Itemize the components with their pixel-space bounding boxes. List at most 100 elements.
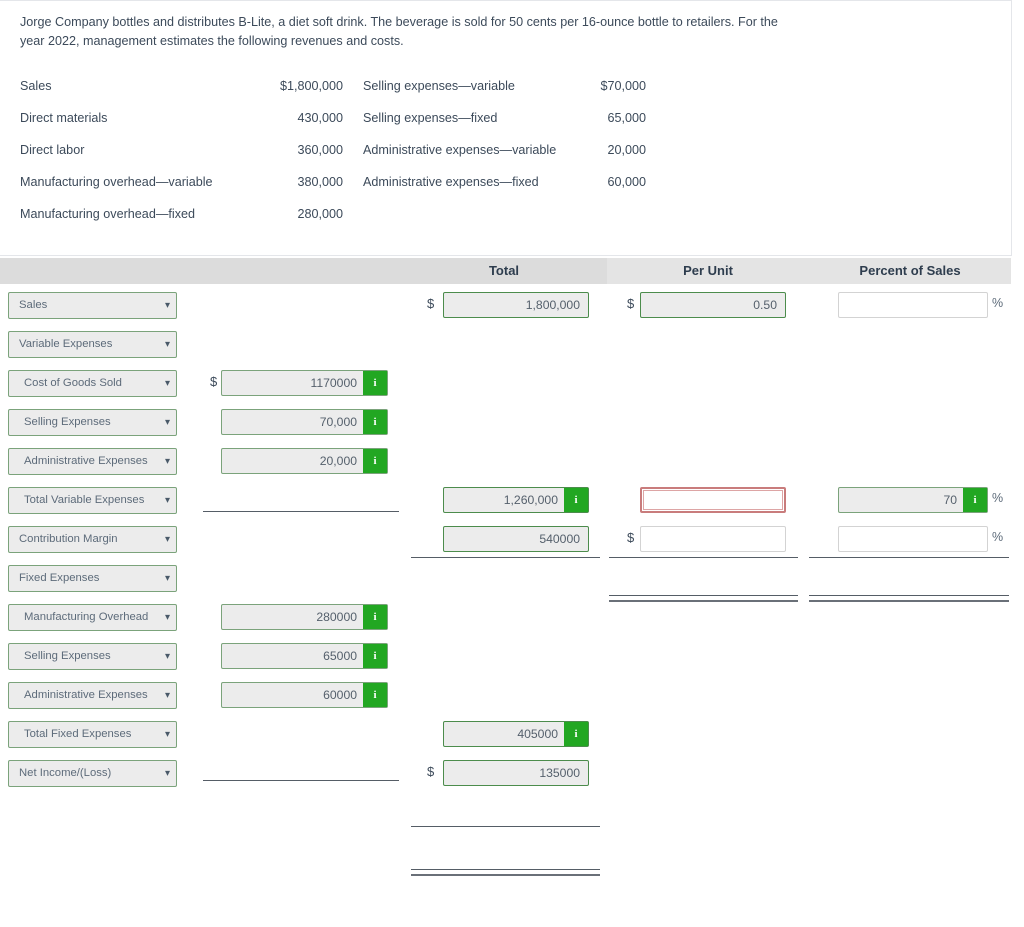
line-item-select-net-income-loss[interactable]: Net Income/(Loss) ▾ xyxy=(8,760,177,787)
dollar-sign: $ xyxy=(427,764,435,779)
chevron-down-icon: ▾ xyxy=(164,651,170,662)
statement-row: Contribution Margin ▾ 540000 $% xyxy=(0,526,1024,565)
chevron-down-icon: ▾ xyxy=(164,456,170,467)
statement-row: Administrative Expenses ▾ 20,000 i xyxy=(0,448,1024,487)
line-item-select-label: Sales xyxy=(19,299,48,311)
sales-percent-input[interactable] xyxy=(838,292,988,318)
line-item-select-label: Administrative Expenses xyxy=(24,689,148,701)
administrative-expenses-variable-detail-value: 20,000 xyxy=(319,454,357,468)
total-variable-expenses-total-input[interactable]: 1,260,000 i xyxy=(443,487,589,513)
line-item-select-administrative-expenses-fixed[interactable]: Administrative Expenses ▾ xyxy=(8,682,177,709)
statement-row: Net Income/(Loss) ▾ $135000 xyxy=(0,760,1024,799)
contribution-margin-per-unit-input[interactable] xyxy=(640,526,786,552)
statement-row: Selling Expenses ▾ 70,000 i xyxy=(0,409,1024,448)
line-item-select-total-fixed-expenses[interactable]: Total Fixed Expenses ▾ xyxy=(8,721,177,748)
problem-statement-card: Jorge Company bottles and distributes B-… xyxy=(0,0,1012,256)
net-income-loss-total-input[interactable]: 135000 xyxy=(443,760,589,786)
chevron-down-icon: ▾ xyxy=(164,612,170,623)
line-item-select-cost-of-goods-sold[interactable]: Cost of Goods Sold ▾ xyxy=(8,370,177,397)
line-item-select-variable-expenses[interactable]: Variable Expenses ▾ xyxy=(8,331,177,358)
selling-expenses-variable-detail-input[interactable]: 70,000 i xyxy=(221,409,388,435)
line-item-select-label: Total Fixed Expenses xyxy=(24,728,132,740)
total-rule-contribution-per-unit xyxy=(609,595,798,602)
given-value: 20,000 xyxy=(607,143,646,157)
info-icon[interactable]: i xyxy=(363,644,387,668)
sales-per-unit-input[interactable]: 0.50 xyxy=(640,292,786,318)
statement-row: Cost of Goods Sold ▾ $1170000 i xyxy=(0,370,1024,409)
statement-row: Variable Expenses ▾ xyxy=(0,331,1024,370)
subtotal-rule-per-unit xyxy=(609,557,798,558)
given-label: Administrative expenses—fixed xyxy=(363,175,539,189)
statement-row: Selling Expenses ▾ 65000 i xyxy=(0,643,1024,682)
line-item-select-sales[interactable]: Sales ▾ xyxy=(8,292,177,319)
column-header-total: Total xyxy=(488,263,520,278)
total-fixed-expenses-total-input[interactable]: 405000 i xyxy=(443,721,589,747)
given-data-table: Sales $1,800,000 Selling expenses—variable… xyxy=(20,75,660,235)
info-icon[interactable]: i xyxy=(564,722,588,746)
line-item-select-administrative-expenses-variable[interactable]: Administrative Expenses ▾ xyxy=(8,448,177,475)
selling-expenses-fixed-detail-input[interactable]: 65000 i xyxy=(221,643,388,669)
statement-row: Total Fixed Expenses ▾ 405000 i xyxy=(0,721,1024,760)
given-data-row: Manufacturing overhead—fixed 280,000 xyxy=(20,203,660,235)
chevron-down-icon: ▾ xyxy=(164,495,170,506)
given-data-row: Direct labor 360,000 Administrative expens… xyxy=(20,139,660,171)
chevron-down-icon: ▾ xyxy=(164,417,170,428)
manufacturing-overhead-fixed-detail-input[interactable]: 280000 i xyxy=(221,604,388,630)
total-variable-expenses-total-value: 1,260,000 xyxy=(503,493,558,507)
cost-of-goods-sold-detail-input[interactable]: 1170000 i xyxy=(221,370,388,396)
given-data-row: Sales $1,800,000 Selling expenses—variable… xyxy=(20,75,660,107)
info-icon[interactable]: i xyxy=(564,488,588,512)
chevron-down-icon: ▾ xyxy=(164,300,170,311)
line-item-select-total-variable-expenses[interactable]: Total Variable Expenses ▾ xyxy=(8,487,177,514)
subtotal-rule-variable-detail xyxy=(203,511,399,512)
line-item-select-manufacturing-overhead-fixed[interactable]: Manufacturing Overhead ▾ xyxy=(8,604,177,631)
sales-total-input[interactable]: 1,800,000 xyxy=(443,292,589,318)
contribution-margin-percent-input[interactable] xyxy=(838,526,988,552)
total-variable-expenses-percent-value: 70 xyxy=(943,493,957,507)
info-icon[interactable]: i xyxy=(363,410,387,434)
dollar-sign: $ xyxy=(427,296,435,311)
dollar-sign: $ xyxy=(210,374,218,389)
line-item-select-label: Fixed Expenses xyxy=(19,572,100,584)
total-fixed-expenses-total-value: 405000 xyxy=(517,727,558,741)
given-value: 360,000 xyxy=(297,143,343,157)
statement-row: Manufacturing Overhead ▾ 280000 i xyxy=(0,604,1024,643)
line-item-select-contribution-margin[interactable]: Contribution Margin ▾ xyxy=(8,526,177,553)
chevron-down-icon: ▾ xyxy=(164,768,170,779)
chevron-down-icon: ▾ xyxy=(164,339,170,350)
given-value: 380,000 xyxy=(297,175,343,189)
dollar-sign: $ xyxy=(627,296,635,311)
total-rule-contribution-percent xyxy=(809,595,1009,602)
line-item-select-label: Total Variable Expenses xyxy=(24,494,145,506)
sales-per-unit-value: 0.50 xyxy=(753,298,777,312)
info-icon[interactable]: i xyxy=(363,449,387,473)
given-label: Selling expenses—fixed xyxy=(363,111,498,125)
info-icon[interactable]: i xyxy=(963,488,987,512)
line-item-select-selling-expenses-fixed[interactable]: Selling Expenses ▾ xyxy=(8,643,177,670)
contribution-margin-total-input[interactable]: 540000 xyxy=(443,526,589,552)
info-icon[interactable]: i xyxy=(363,683,387,707)
net-income-loss-total-value: 135000 xyxy=(539,766,580,780)
total-variable-expenses-percent-input[interactable]: 70 i xyxy=(838,487,988,513)
info-icon[interactable]: i xyxy=(363,371,387,395)
given-label: Sales xyxy=(20,79,52,93)
contribution-margin-percent-value xyxy=(845,527,979,551)
column-header-percent-of-sales: Percent of Sales xyxy=(859,263,961,278)
administrative-expenses-fixed-detail-input[interactable]: 60000 i xyxy=(221,682,388,708)
given-value: 60,000 xyxy=(607,175,646,189)
problem-intro-text: Jorge Company bottles and distributes B-… xyxy=(20,15,778,48)
percent-sign: % xyxy=(992,491,1004,505)
administrative-expenses-variable-detail-input[interactable]: 20,000 i xyxy=(221,448,388,474)
info-icon[interactable]: i xyxy=(363,605,387,629)
sales-percent-value xyxy=(845,293,979,317)
chevron-down-icon: ▾ xyxy=(164,690,170,701)
line-item-select-fixed-expenses[interactable]: Fixed Expenses ▾ xyxy=(8,565,177,592)
percent-sign: % xyxy=(992,296,1004,310)
line-item-select-label: Selling Expenses xyxy=(24,650,111,662)
subtotal-rule-percent xyxy=(809,557,1009,558)
total-variable-expenses-per-unit-input[interactable] xyxy=(640,487,786,513)
line-item-select-label: Net Income/(Loss) xyxy=(19,767,112,779)
line-item-select-selling-expenses-variable[interactable]: Selling Expenses ▾ xyxy=(8,409,177,436)
column-header-per-unit: Per Unit xyxy=(683,263,733,278)
total-variable-expenses-per-unit-value xyxy=(648,489,776,513)
